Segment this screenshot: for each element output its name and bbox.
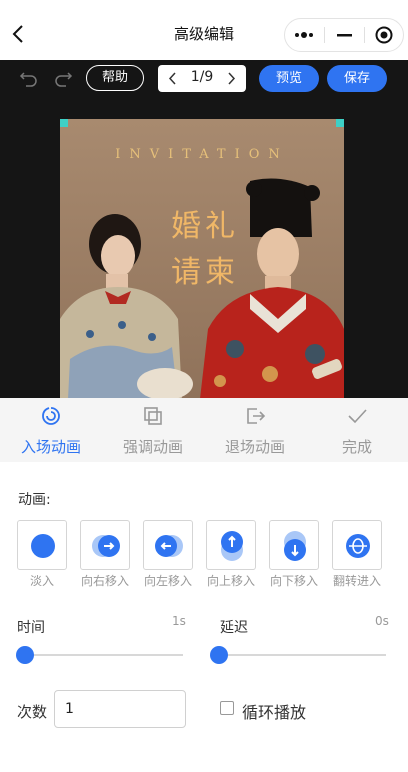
check-icon bbox=[348, 409, 367, 424]
anim-option-label: 翻转进入 bbox=[332, 574, 381, 588]
top-nav-bar: 高级编辑 bbox=[0, 0, 408, 64]
loop-playback-label: 循环播放 bbox=[242, 703, 307, 722]
tab-done[interactable]: 完成 bbox=[306, 398, 408, 462]
wedding-title-line2[interactable]: 请柬 bbox=[160, 247, 250, 291]
fade-in-icon bbox=[31, 534, 55, 558]
anim-option-box bbox=[143, 520, 193, 570]
enter-animation-icon bbox=[42, 407, 60, 425]
minimize-button[interactable] bbox=[325, 19, 365, 51]
tab-label: 完成 bbox=[341, 438, 372, 456]
preview-button[interactable]: 预览 bbox=[259, 65, 319, 92]
tab-enter-animation[interactable]: 入场动画 bbox=[0, 398, 102, 462]
page-switcher: 1/9 bbox=[158, 65, 246, 92]
anim-option-move-up[interactable]: 向上移入 bbox=[206, 520, 256, 589]
invitation-heading[interactable]: INVITATION bbox=[60, 147, 344, 162]
anim-option-flip-in[interactable]: 翻转进入 bbox=[332, 520, 382, 589]
tab-label: 强调动画 bbox=[122, 438, 183, 456]
anim-option-box bbox=[17, 520, 67, 570]
move-up-icon bbox=[221, 531, 243, 561]
flip-in-icon bbox=[346, 534, 370, 558]
editor-toolbar: 帮助 1/9 预览 保存 bbox=[0, 60, 408, 98]
anim-option-fade-in[interactable]: 淡入 bbox=[17, 520, 67, 589]
anim-option-box bbox=[332, 520, 382, 570]
anim-option-label: 向右移入 bbox=[80, 574, 129, 588]
anim-option-move-right[interactable]: 向右移入 bbox=[80, 520, 130, 589]
emphasis-animation-icon bbox=[144, 407, 162, 425]
resize-handle-top-left[interactable] bbox=[60, 119, 68, 127]
duration-value: 1s bbox=[172, 614, 186, 628]
close-miniprogram-button[interactable] bbox=[365, 19, 405, 51]
tab-exit-animation[interactable]: 退场动画 bbox=[204, 398, 306, 462]
move-down-icon bbox=[284, 531, 306, 561]
delay-slider-knob[interactable] bbox=[210, 646, 228, 664]
tab-label: 退场动画 bbox=[224, 438, 285, 456]
anim-option-label: 向上移入 bbox=[206, 574, 255, 588]
more-options-button[interactable] bbox=[285, 19, 325, 51]
animation-section-label: 动画: bbox=[18, 492, 51, 508]
anim-option-box bbox=[206, 520, 256, 570]
mini-program-capsule bbox=[284, 18, 404, 52]
duration-slider-track[interactable] bbox=[17, 654, 183, 656]
duration-slider-knob[interactable] bbox=[16, 646, 34, 664]
repeat-count-label: 次数 bbox=[17, 703, 48, 721]
anim-option-label: 向下移入 bbox=[269, 574, 318, 588]
exit-animation-icon bbox=[247, 408, 266, 424]
move-right-icon bbox=[92, 535, 120, 557]
anim-option-label: 向左移入 bbox=[143, 574, 192, 588]
wedding-title-line1[interactable]: 婚礼 bbox=[160, 201, 250, 245]
move-left-icon bbox=[155, 535, 183, 557]
tab-emphasis-animation[interactable]: 强调动画 bbox=[102, 398, 204, 462]
delay-label: 延迟 bbox=[220, 620, 248, 636]
anim-option-move-down[interactable]: 向下移入 bbox=[269, 520, 319, 589]
delay-value: 0s bbox=[375, 614, 389, 628]
duration-label: 时间 bbox=[17, 620, 45, 636]
resize-handle-top-right[interactable] bbox=[336, 119, 344, 127]
target-circle-icon bbox=[375, 26, 393, 44]
undo-icon[interactable] bbox=[18, 68, 40, 88]
loop-playback-checkbox[interactable] bbox=[220, 701, 234, 715]
redo-icon[interactable] bbox=[52, 68, 74, 88]
anim-option-label: 淡入 bbox=[29, 574, 54, 588]
save-button[interactable]: 保存 bbox=[327, 65, 387, 92]
anim-option-move-left[interactable]: 向左移入 bbox=[143, 520, 193, 589]
editor-area: 帮助 1/9 预览 保存 INVITATION 婚礼 请柬 bbox=[0, 60, 408, 399]
repeat-count-input[interactable] bbox=[54, 690, 186, 728]
tab-label: 入场动画 bbox=[20, 438, 81, 456]
animation-tabbar: 入场动画 强调动画 退场动画 完成 bbox=[0, 398, 408, 462]
delay-slider-track[interactable] bbox=[220, 654, 386, 656]
invitation-canvas[interactable]: INVITATION 婚礼 请柬 bbox=[60, 119, 344, 399]
help-button[interactable]: 帮助 bbox=[86, 65, 144, 91]
more-dots-icon bbox=[295, 32, 313, 38]
anim-option-box bbox=[269, 520, 319, 570]
anim-option-box bbox=[80, 520, 130, 570]
chevron-right-icon[interactable] bbox=[224, 71, 238, 86]
minus-icon bbox=[337, 34, 352, 37]
